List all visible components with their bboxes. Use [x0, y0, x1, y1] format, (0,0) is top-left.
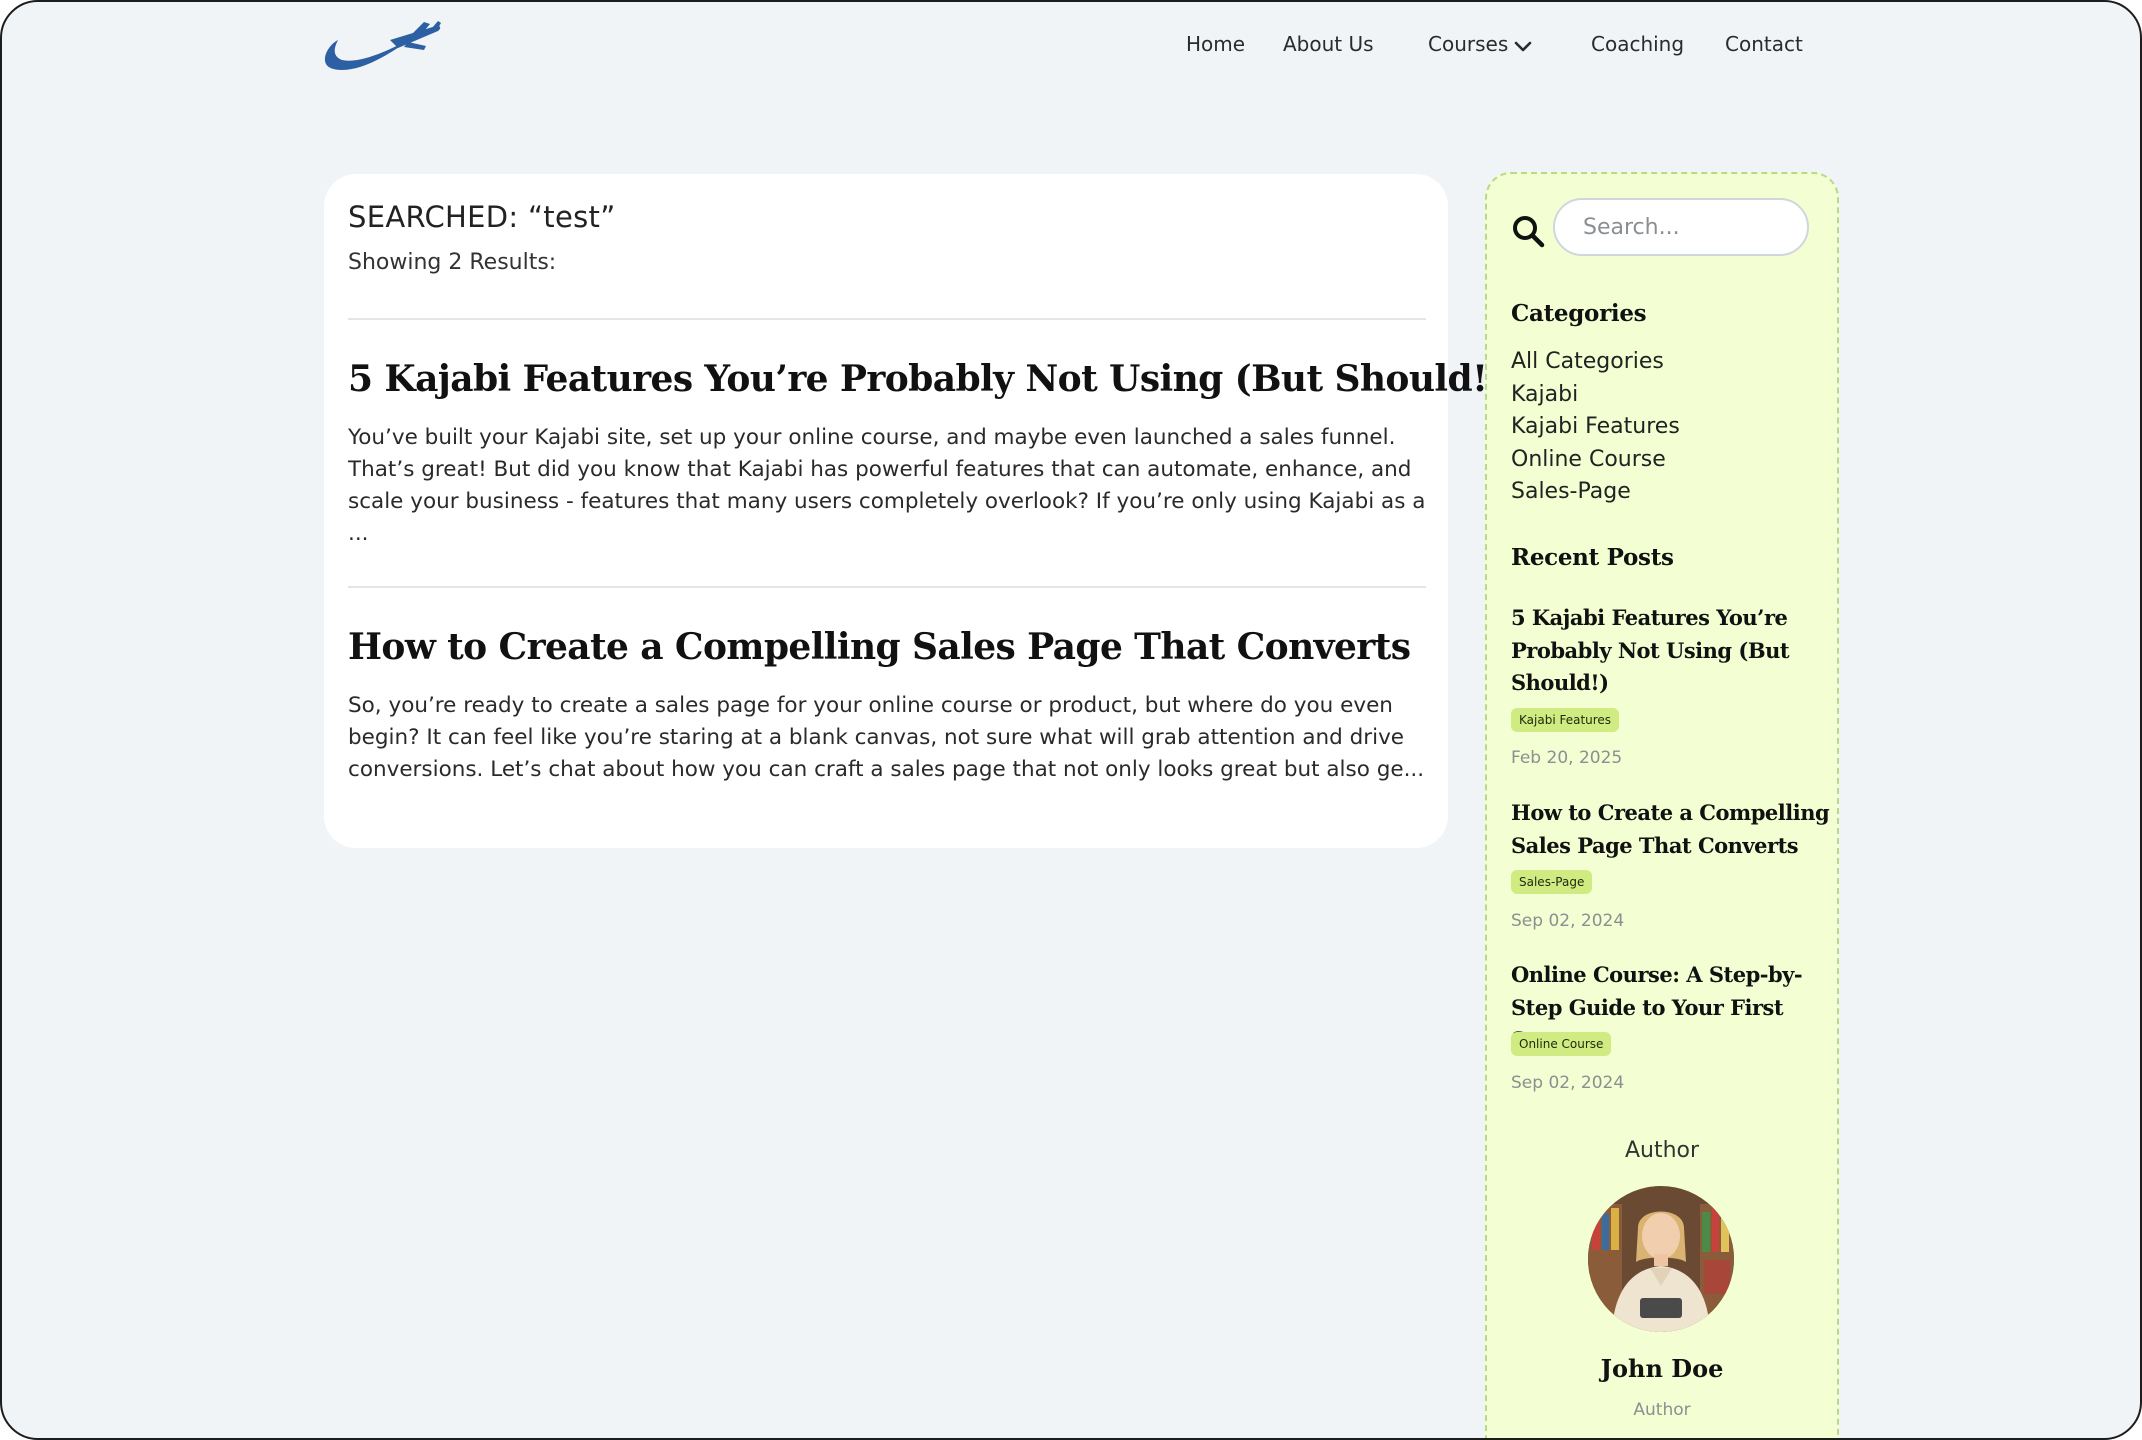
chevron-down-icon [1514, 41, 1532, 51]
categories-list: All Categories Kajabi Kajabi Features On… [1511, 346, 1680, 509]
category-kajabi-features[interactable]: Kajabi Features [1511, 411, 1680, 444]
search-heading: SEARCHED: “test” [348, 200, 616, 234]
recent-post-tag[interactable]: Kajabi Features [1511, 708, 1620, 732]
result-title[interactable]: How to Create a Compelling Sales Page Th… [348, 626, 1428, 668]
recent-post-title[interactable]: How to Create a Compelling Sales Page Th… [1511, 797, 1831, 862]
recent-post-date: Sep 02, 2024 [1511, 911, 1625, 931]
search-input[interactable] [1553, 198, 1809, 256]
result-excerpt: You’ve built your Kajabi site, set up yo… [348, 425, 1426, 546]
nav-about-us[interactable]: About Us [1283, 32, 1374, 56]
search-results-card: SEARCHED: “test” Showing 2 Results: 5 Ka… [324, 174, 1504, 848]
sidebar: Categories All Categories Kajabi Kajabi … [1485, 172, 1839, 1438]
divider [348, 586, 1426, 588]
author-name: John Doe [1600, 1354, 1724, 1383]
results-count: Showing 2 Results: [348, 250, 557, 275]
main-nav: Home About Us Courses Coaching Contact [2, 32, 2140, 68]
recent-post-tag[interactable]: Online Course [1511, 1032, 1612, 1056]
nav-courses[interactable]: Courses [1428, 32, 1532, 56]
recent-post-title[interactable]: 5 Kajabi Features You’re Probably Not Us… [1511, 602, 1831, 700]
nav-coaching[interactable]: Coaching [1591, 32, 1684, 56]
search-icon[interactable] [1511, 214, 1545, 248]
divider [348, 318, 1426, 320]
category-kajabi[interactable]: Kajabi [1511, 379, 1680, 412]
result-title[interactable]: 5 Kajabi Features You’re Probably Not Us… [348, 358, 1504, 400]
category-online-course[interactable]: Online Course [1511, 444, 1680, 477]
categories-title: Categories [1511, 300, 1647, 327]
recent-post-date: Sep 02, 2024 [1511, 1073, 1625, 1093]
author-avatar [1588, 1186, 1734, 1332]
browser-frame: Home About Us Courses Coaching Contact S… [0, 0, 2142, 1440]
result-excerpt: So, you’re ready to create a sales page … [348, 693, 1425, 782]
category-sales-page[interactable]: Sales-Page [1511, 476, 1680, 509]
author-heading: Author [1624, 1138, 1700, 1163]
category-all[interactable]: All Categories [1511, 346, 1680, 379]
recent-post-tag[interactable]: Sales-Page [1511, 870, 1593, 894]
recent-post-date: Feb 20, 2025 [1511, 748, 1623, 768]
nav-home[interactable]: Home [1186, 32, 1245, 56]
author-role: Author [1633, 1400, 1691, 1420]
nav-courses-label: Courses [1428, 32, 1509, 56]
recent-posts-title: Recent Posts [1511, 544, 1674, 571]
nav-contact[interactable]: Contact [1725, 32, 1803, 56]
